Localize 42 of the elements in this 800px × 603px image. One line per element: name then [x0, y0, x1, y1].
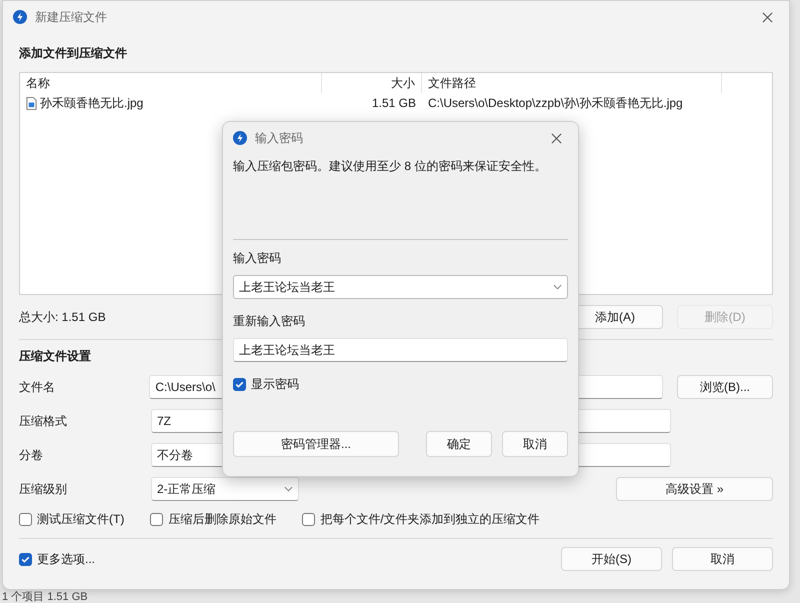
file-path: C:\Users\o\Desktop\zzpb\孙\孙禾颐香艳无比.jpg [427, 94, 684, 112]
status-text: 1 个项目 1.51 GB [2, 591, 88, 603]
field-label: 压缩格式 [19, 412, 68, 430]
file-size: 1.51 GB [370, 96, 417, 110]
show-password-checkbox[interactable]: 显示密码 [233, 376, 568, 393]
option-checkbox[interactable]: 测试压缩文件(T) [19, 511, 124, 528]
start-button[interactable]: 开始(S) [561, 547, 662, 571]
caret-icon[interactable] [284, 486, 293, 492]
option-checkbox[interactable]: 压缩后删除原始文件 [150, 511, 276, 528]
total-size: 总大小: 1.51 GB [19, 308, 106, 326]
advanced-settings-button[interactable]: 高级设置 » [616, 477, 773, 501]
option-checkbox[interactable]: 把每个文件/文件夹添加到独立的压缩文件 [302, 511, 540, 528]
ok-button[interactable]: 确定 [426, 431, 492, 457]
password-combobox[interactable]: 上老王论坛当老王 [233, 275, 568, 299]
column-header[interactable]: 文件路径 [422, 73, 722, 93]
cancel-button[interactable]: 取消 [672, 547, 773, 571]
app-icon [233, 131, 247, 145]
dialog-title: 输入密码 [255, 130, 304, 146]
close-icon[interactable] [762, 12, 773, 22]
check-icon [234, 379, 245, 390]
level-dropdown[interactable]: 2-正常压缩 [151, 477, 299, 501]
column-header[interactable]: 名称 [20, 73, 322, 93]
app-icon [13, 10, 27, 24]
field-label: 文件名 [19, 378, 56, 396]
cancel-button[interactable]: 取消 [502, 431, 568, 457]
confirm-password-field[interactable]: 上老王论坛当老王 [233, 338, 568, 362]
caret-icon[interactable] [553, 284, 562, 290]
file-name: 孙禾颐香艳无比.jpg [40, 94, 144, 112]
section-title: 添加文件到压缩文件 [19, 45, 127, 62]
field-label: 分卷 [19, 446, 44, 464]
more-options-checkbox[interactable]: 更多选项... [19, 550, 96, 568]
field-label: 压缩级别 [19, 480, 68, 498]
image-file-icon [26, 96, 37, 110]
browse-button[interactable]: 浏览(B)... [677, 375, 773, 399]
dialog-message: 输入压缩包密码。建议使用至少 8 位的密码来保证安全性。 [233, 158, 548, 175]
close-icon[interactable] [551, 132, 562, 144]
password-manager-button[interactable]: 密码管理器... [233, 431, 399, 457]
field-label: 输入密码 [233, 250, 282, 267]
column-header[interactable]: 大小 [322, 73, 422, 93]
section-title: 压缩文件设置 [19, 348, 91, 365]
field-label: 重新输入密码 [233, 313, 306, 330]
window-title: 新建压缩文件 [35, 8, 108, 26]
